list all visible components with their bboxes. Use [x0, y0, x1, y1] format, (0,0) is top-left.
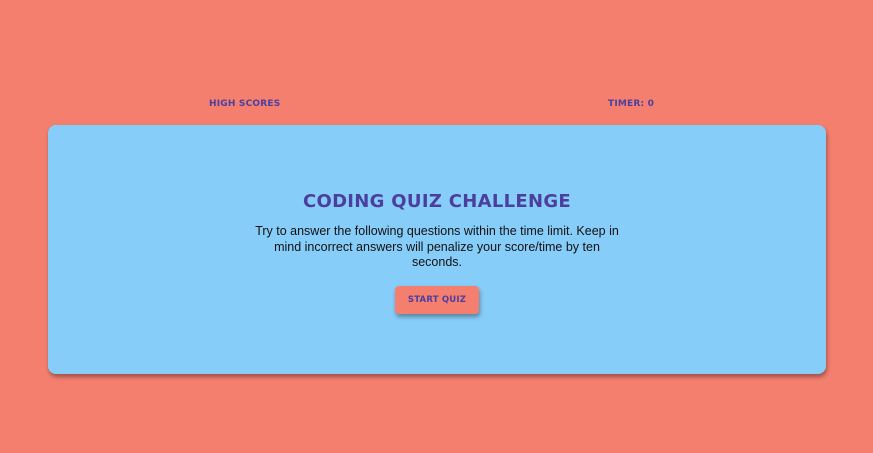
high-scores-link[interactable]: HIGH SCORES	[209, 99, 280, 109]
page-title: CODING QUIZ CHALLENGE	[302, 191, 572, 212]
header: HIGH SCORES TIMER: 0	[0, 99, 873, 113]
start-quiz-button[interactable]: START QUIZ	[395, 286, 479, 314]
timer-display: TIMER: 0	[608, 99, 655, 109]
quiz-description: Try to answer the following questions wi…	[255, 224, 619, 269]
quiz-card: CODING QUIZ CHALLENGE Try to answer the …	[48, 125, 826, 374]
